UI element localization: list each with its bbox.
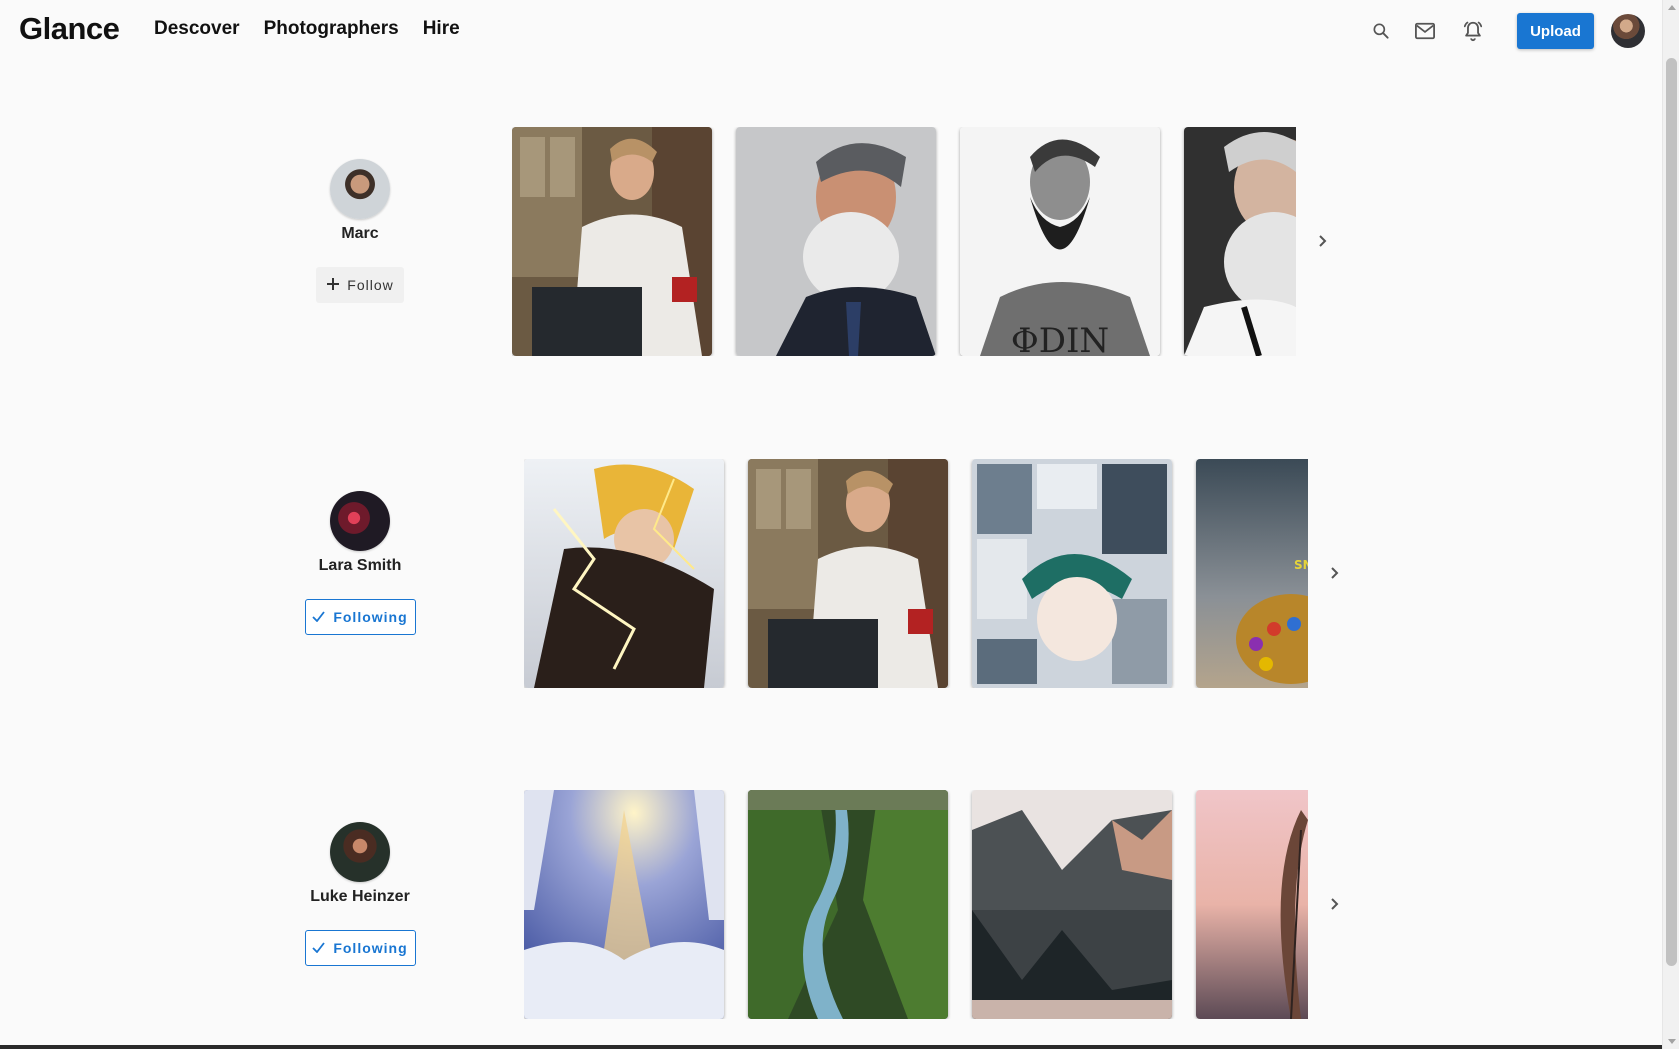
photographer-name[interactable]: Marc — [290, 225, 430, 243]
photo-gallery — [524, 790, 1308, 1019]
nav-photographers[interactable]: Photographers — [264, 18, 399, 40]
profile-card: Marc Follow — [290, 159, 430, 303]
following-label: Following — [333, 940, 408, 956]
bell-icon[interactable] — [1459, 17, 1487, 45]
scrollbar-thumb[interactable] — [1666, 58, 1677, 966]
photo-green-gorge[interactable] — [748, 790, 948, 1019]
photo-man-white-shirt[interactable] — [748, 459, 948, 688]
photographer-row-lara-smith: Lara Smith Following SN — [0, 459, 1662, 689]
svg-text:SN: SN — [1294, 558, 1308, 572]
nav-descover[interactable]: Descover — [154, 18, 240, 40]
scroll-up-icon[interactable] — [1668, 5, 1676, 10]
photo-mountain-lake[interactable] — [972, 790, 1172, 1019]
photo-man-white-shirt[interactable] — [512, 127, 712, 356]
photographer-name[interactable]: Luke Heinzer — [290, 888, 430, 906]
bottom-divider — [0, 1045, 1662, 1049]
check-icon — [312, 940, 326, 956]
avatar[interactable] — [330, 822, 390, 882]
top-bar: Glance Descover Photographers Hire Uploa… — [0, 0, 1662, 62]
nav-hire[interactable]: Hire — [423, 18, 460, 40]
mail-icon[interactable] — [1411, 17, 1439, 45]
photo-feather-sunset[interactable] — [1196, 790, 1308, 1019]
following-button[interactable]: Following — [304, 930, 416, 966]
photo-gallery: ΦDIN — [512, 127, 1296, 356]
photographer-name[interactable]: Lara Smith — [290, 557, 430, 575]
chevron-right-icon[interactable] — [1322, 892, 1346, 916]
following-label: Following — [333, 609, 408, 625]
following-button[interactable]: Following — [304, 599, 416, 635]
photo-bearded-man[interactable]: ΦDIN — [960, 127, 1160, 356]
photo-white-beard[interactable] — [1184, 127, 1296, 356]
photographer-row-marc: Marc Follow ΦDIN — [0, 127, 1662, 357]
profile-card: Luke Heinzer Following — [290, 822, 430, 966]
main-nav: Descover Photographers Hire — [154, 18, 460, 40]
chevron-right-icon[interactable] — [1310, 229, 1334, 253]
avatar[interactable] — [330, 491, 390, 551]
upload-button[interactable]: Upload — [1517, 13, 1594, 49]
photographer-row-luke-heinzer: Luke Heinzer Following — [0, 790, 1662, 1020]
plus-icon — [326, 277, 340, 294]
check-icon — [312, 609, 326, 625]
scroll-down-icon[interactable] — [1668, 1039, 1676, 1044]
photo-infinity-gauntlet[interactable]: SN — [1196, 459, 1308, 688]
page-scrollbar[interactable] — [1662, 0, 1679, 1049]
photo-anime-lightning[interactable] — [524, 459, 724, 688]
app-logo[interactable]: Glance — [19, 11, 120, 47]
user-avatar[interactable] — [1611, 14, 1645, 48]
photo-snowy-forest[interactable] — [524, 790, 724, 1019]
search-icon[interactable] — [1367, 17, 1395, 45]
follow-label: Follow — [347, 277, 394, 293]
profile-card: Lara Smith Following — [290, 491, 430, 635]
photo-anime-collage[interactable] — [972, 459, 1172, 688]
chevron-right-icon[interactable] — [1322, 561, 1346, 585]
photo-gallery: SN — [524, 459, 1308, 688]
follow-button[interactable]: Follow — [316, 267, 404, 303]
svg-text:ΦDIN: ΦDIN — [1011, 321, 1109, 356]
photo-grey-beard-suit[interactable] — [736, 127, 936, 356]
avatar[interactable] — [330, 159, 390, 219]
